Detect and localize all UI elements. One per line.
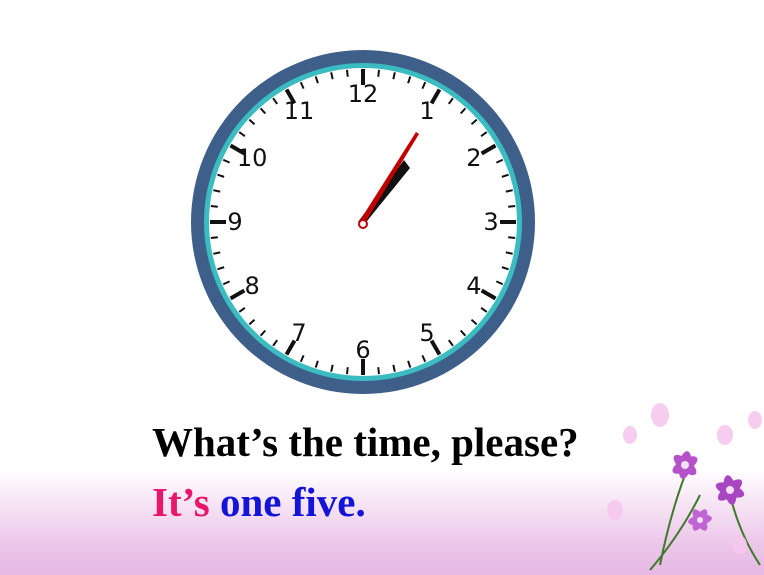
- question-text: What’s the time, please?: [152, 419, 579, 465]
- answer-lead: It’s: [152, 479, 210, 525]
- clock-numeral: 3: [483, 208, 498, 236]
- answer-rest: one five.: [219, 479, 366, 525]
- minor-tick: [505, 251, 513, 255]
- clock-numeral: 7: [291, 319, 306, 347]
- clock-numeral: 2: [466, 144, 481, 172]
- answer-text: It’s one five.: [152, 478, 366, 526]
- minor-tick: [346, 69, 349, 77]
- minor-tick: [213, 251, 221, 255]
- analog-clock: 121234567891011: [191, 50, 535, 394]
- minor-tick: [346, 367, 349, 375]
- minor-tick: [330, 364, 334, 372]
- clock-numeral: 9: [227, 208, 242, 236]
- clock-numeral: 4: [466, 272, 481, 300]
- clock-numeral: 8: [245, 272, 260, 300]
- minor-tick: [210, 205, 218, 208]
- clock-numeral: 11: [284, 97, 315, 125]
- minor-tick: [213, 189, 221, 193]
- minor-tick: [392, 72, 396, 80]
- minor-tick: [330, 72, 334, 80]
- minor-tick: [508, 236, 516, 239]
- clock-numeral: 10: [237, 144, 268, 172]
- clock-numeral: 5: [419, 319, 434, 347]
- purple-flower-icon-2: [715, 475, 745, 505]
- purple-flower-icon: [672, 451, 698, 479]
- clock-numeral: 6: [355, 336, 370, 364]
- minor-tick: [508, 205, 516, 208]
- clock-numeral: 12: [348, 80, 379, 108]
- minor-tick: [505, 189, 513, 193]
- clock-numeral: 1: [419, 97, 434, 125]
- minor-tick: [392, 364, 396, 372]
- flower-decoration: [607, 403, 762, 571]
- minor-tick: [377, 367, 380, 375]
- minor-tick: [377, 69, 380, 77]
- minor-tick: [210, 236, 218, 239]
- clock-center-pin: [358, 219, 368, 229]
